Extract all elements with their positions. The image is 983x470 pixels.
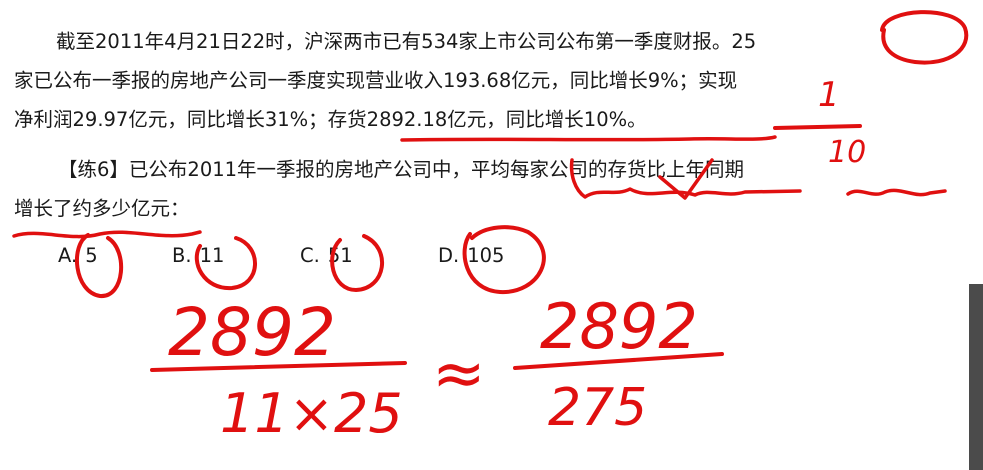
option-value: 51 [327,244,353,267]
left-denominator: 11×25 [220,382,403,445]
problem-text-line-1: 截至2011年4月21日22时，沪深两市已有534家上市公司公布第一季度财报。2… [56,30,757,53]
scrollbar-thumb[interactable] [969,284,983,470]
option-value: 11 [199,244,225,267]
left-numerator: 2892 [168,294,336,371]
wave-increase-amount [12,230,202,239]
problem-text-line-3: 净利润29.97亿元，同比增长31%；存货2892.18亿元，同比增长10%。 [14,108,647,131]
option-c: C. 51 [300,244,353,267]
right-numerator: 2892 [540,290,698,363]
option-letter: B. [172,244,192,267]
option-d: D. 105 [438,244,504,267]
document-page: 截至2011年4月21日22时，沪深两市已有534家上市公司公布第一季度财报。2… [0,0,983,470]
option-value: 5 [85,244,98,267]
fraction-bar-left [150,361,407,372]
problem-text-line-2: 家已公布一季报的房地产公司一季度实现营业收入193.68亿元，同比增长9%；实现 [14,69,738,92]
option-letter: D. [438,244,460,267]
option-value: 105 [467,244,505,267]
right-denominator: 275 [548,378,647,438]
fraction-bar-right [513,352,724,370]
option-a: A. 5 [58,244,98,267]
question-text-line-2: 增长了约多少亿元： [14,197,190,220]
option-b: B. 11 [172,244,224,267]
approx-sign: ≈ [432,337,486,411]
option-letter: C. [300,244,320,267]
option-letter: A. [58,244,78,267]
question-text-line-1: 【练6】已公布2011年一季报的房地产公司中，平均每家公司的存货比上年同期 [58,158,745,181]
